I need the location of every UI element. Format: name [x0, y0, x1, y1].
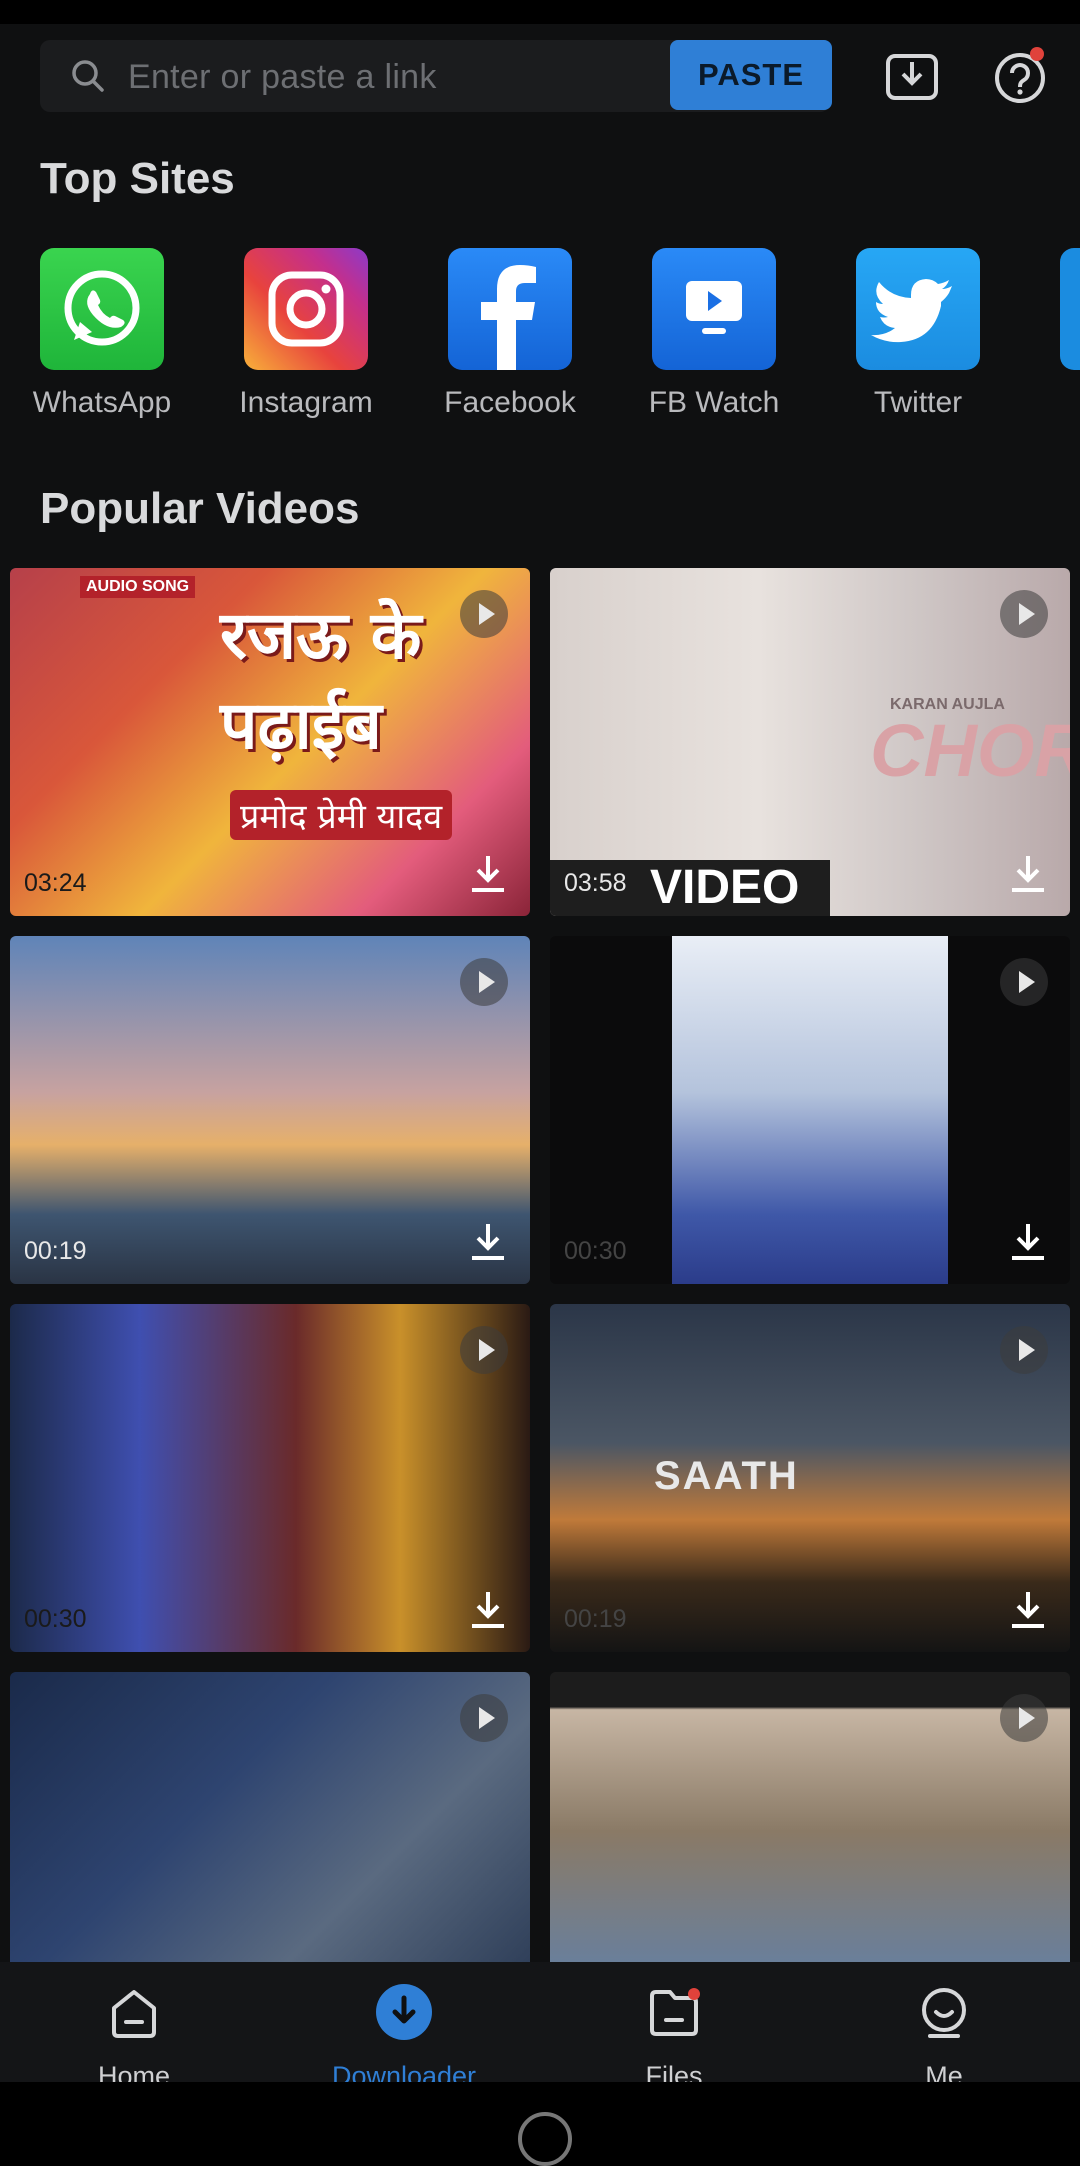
video-thumbnail	[10, 1672, 530, 1962]
home-icon	[112, 1990, 156, 2038]
download-icon[interactable]	[466, 1588, 510, 1632]
home-gesture-indicator[interactable]	[518, 2112, 572, 2166]
video-card[interactable]: SAATH 00:19	[550, 1304, 1070, 1652]
download-icon[interactable]	[466, 1220, 510, 1264]
search-placeholder: Enter or paste a link	[128, 58, 437, 96]
video-duration: 03:24	[24, 869, 87, 897]
video-card[interactable]	[10, 1672, 530, 1962]
video-thumbnail	[672, 936, 948, 1284]
video-duration: 00:19	[24, 1237, 87, 1265]
video-card[interactable]: 00:30	[550, 936, 1070, 1284]
play-icon[interactable]	[460, 1326, 508, 1374]
files-icon	[650, 1988, 700, 2036]
twitter-icon	[856, 248, 980, 370]
site-whatsapp[interactable]: WhatsApp	[22, 248, 182, 420]
downloader-icon	[376, 1984, 432, 2040]
thumbnail-subtitle: KARAN AUJLA	[890, 696, 1005, 713]
video-thumbnail	[10, 1304, 530, 1652]
download-inbox-icon[interactable]	[882, 46, 942, 106]
paste-button[interactable]: PASTE	[670, 40, 832, 110]
download-icon[interactable]	[466, 852, 510, 896]
thumbnail-title: CHOR	[870, 709, 1070, 792]
video-thumbnail	[550, 1304, 1070, 1652]
search-icon	[72, 60, 104, 92]
video-thumbnail	[10, 936, 530, 1284]
download-icon[interactable]	[1006, 852, 1050, 896]
site-label: Instagram	[239, 386, 373, 419]
popular-videos-heading: Popular Videos	[40, 484, 360, 533]
site-label: Twitter	[873, 386, 963, 419]
instagram-icon	[244, 248, 368, 370]
thumbnail-subtitle: प्रमोद प्रेमी यादव	[230, 790, 453, 840]
site-twitter[interactable]: Twitter	[838, 248, 998, 420]
video-thumbnail	[550, 1672, 1070, 1962]
play-icon[interactable]	[460, 958, 508, 1006]
whatsapp-icon	[40, 248, 164, 370]
nav-files[interactable]: Files	[574, 1982, 774, 2092]
thumbnail-title: SAATH	[654, 1454, 799, 1498]
play-icon[interactable]	[460, 590, 508, 638]
thumbnail-badge: AUDIO SONG	[80, 576, 196, 598]
download-icon[interactable]	[1006, 1220, 1050, 1264]
fb-watch-icon	[652, 248, 776, 370]
video-card[interactable]	[550, 1672, 1070, 1962]
play-icon[interactable]	[1000, 1326, 1048, 1374]
site-facebook[interactable]: Facebook	[430, 248, 590, 420]
site-instagram[interactable]: Instagram	[226, 248, 386, 420]
video-duration: 00:30	[564, 1237, 627, 1265]
play-icon[interactable]	[1000, 590, 1048, 638]
video-duration: 03:58	[564, 869, 627, 897]
site-label: Facebook	[444, 386, 576, 419]
video-duration: 00:30	[24, 1605, 87, 1633]
video-duration: 00:19	[564, 1605, 627, 1633]
site-fb-watch[interactable]: FB Watch	[634, 248, 794, 420]
download-icon[interactable]	[1006, 1588, 1050, 1632]
app-screen: Enter or paste a link PASTE Top Sites Wh…	[0, 0, 1080, 2166]
nav-home[interactable]: Home	[34, 1982, 234, 2092]
status-bar	[0, 0, 1080, 24]
site-partial-tile[interactable]	[1060, 248, 1080, 370]
notification-dot	[1030, 47, 1044, 61]
video-card[interactable]: 00:30	[10, 1304, 530, 1652]
nav-me[interactable]: Me	[844, 1982, 1044, 2092]
top-sites-heading: Top Sites	[40, 154, 235, 203]
video-card[interactable]: रजऊ के पढ़ाईब प्रमोद प्रेमी यादव AUDIO S…	[10, 568, 530, 916]
system-home-bar	[0, 2082, 1080, 2166]
bottom-navigation: Home Downloader Files Me	[0, 1962, 1080, 2091]
video-card[interactable]: CHOR KARAN AUJLA VIDEO 03:58	[550, 568, 1070, 916]
play-icon[interactable]	[460, 1694, 508, 1742]
play-icon[interactable]	[1000, 958, 1048, 1006]
play-icon[interactable]	[1000, 1694, 1048, 1742]
video-card[interactable]: 00:19	[10, 936, 530, 1284]
facebook-icon	[448, 248, 572, 370]
me-icon	[922, 1988, 966, 2038]
nav-downloader[interactable]: Downloader	[304, 1982, 504, 2092]
site-label: WhatsApp	[32, 386, 172, 419]
site-label: FB Watch	[648, 386, 780, 419]
